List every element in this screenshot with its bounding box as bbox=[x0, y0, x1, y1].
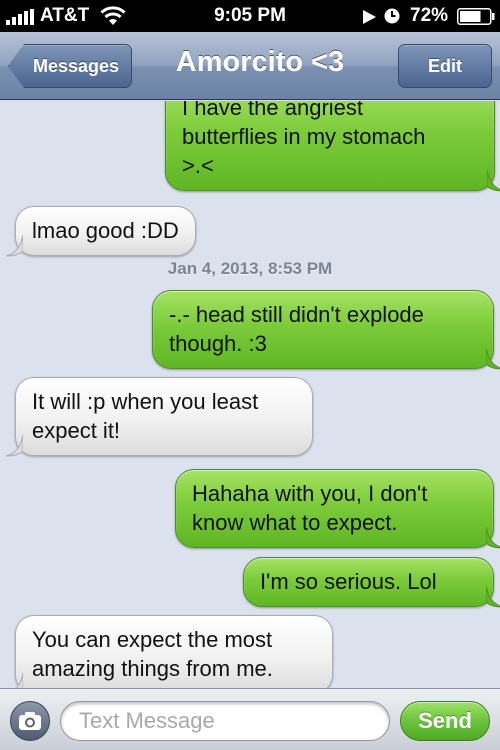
bubble-tail bbox=[5, 235, 23, 257]
message-line: lmao good :DD bbox=[32, 218, 179, 243]
message-bubble-received[interactable]: lmao good :DD bbox=[5, 206, 196, 257]
message-bubble-sent[interactable]: I have the angriest butterflies in my st… bbox=[165, 101, 500, 192]
battery-percent: 72% bbox=[410, 5, 449, 26]
battery-icon bbox=[457, 8, 495, 25]
message-line: butterflies in my stomach bbox=[182, 124, 426, 149]
navigation-bar: Messages Amorcito <3 Edit bbox=[0, 32, 500, 100]
message-line: amazing things from me. bbox=[32, 656, 273, 681]
message-line: >.< bbox=[182, 153, 214, 178]
bubble-tail bbox=[15, 673, 23, 688]
send-button-label: Send bbox=[418, 708, 472, 733]
back-button[interactable]: Messages bbox=[8, 44, 132, 88]
bubble-tail bbox=[486, 527, 500, 549]
message-line: I have the angriest bbox=[182, 101, 364, 120]
message-thread: I have the angriest butterflies in my st… bbox=[0, 101, 500, 688]
message-line: expect it! bbox=[32, 418, 121, 443]
bubble-tail bbox=[486, 348, 500, 370]
message-line: I'm so serious. Lol bbox=[260, 569, 437, 594]
status-bar: AT&T 9:05 PM 72% bbox=[0, 0, 500, 32]
message-bubble-received[interactable]: It will :p when you least expect it! bbox=[5, 377, 313, 457]
clock-icon bbox=[384, 8, 400, 24]
back-button-label: Messages bbox=[32, 55, 120, 76]
bubble-tail bbox=[486, 586, 500, 608]
bubble-tail bbox=[487, 170, 500, 192]
message-input-bar: Send bbox=[0, 688, 500, 750]
play-icon bbox=[363, 10, 376, 24]
camera-icon bbox=[19, 712, 41, 730]
message-bubble-received[interactable]: You can expect the most amazing things f… bbox=[15, 615, 333, 688]
edit-button[interactable]: Edit bbox=[398, 44, 492, 88]
camera-button[interactable] bbox=[10, 701, 50, 741]
message-timestamp: Jan 4, 2013, 8:53 PM bbox=[167, 259, 333, 278]
edit-button-label: Edit bbox=[428, 55, 462, 76]
message-line: Hahaha with you, I don't bbox=[192, 481, 428, 506]
send-button[interactable]: Send bbox=[400, 701, 490, 741]
message-text-field[interactable] bbox=[60, 701, 390, 741]
message-line: though. :3 bbox=[169, 331, 267, 356]
conversation-title: Amorcito <3 bbox=[175, 46, 345, 78]
message-line: It will :p when you least bbox=[32, 389, 259, 414]
message-line: You can expect the most bbox=[32, 627, 273, 652]
message-bubble-sent[interactable]: I'm so serious. Lol bbox=[243, 557, 500, 608]
message-bubble-sent[interactable]: Hahaha with you, I don't know what to ex… bbox=[175, 469, 500, 549]
message-line: know what to expect. bbox=[192, 510, 398, 535]
message-line: -.- head still didn't explode bbox=[169, 302, 424, 327]
bubble-tail bbox=[5, 435, 23, 457]
message-bubble-sent[interactable]: -.- head still didn't explode though. :3 bbox=[152, 290, 500, 370]
